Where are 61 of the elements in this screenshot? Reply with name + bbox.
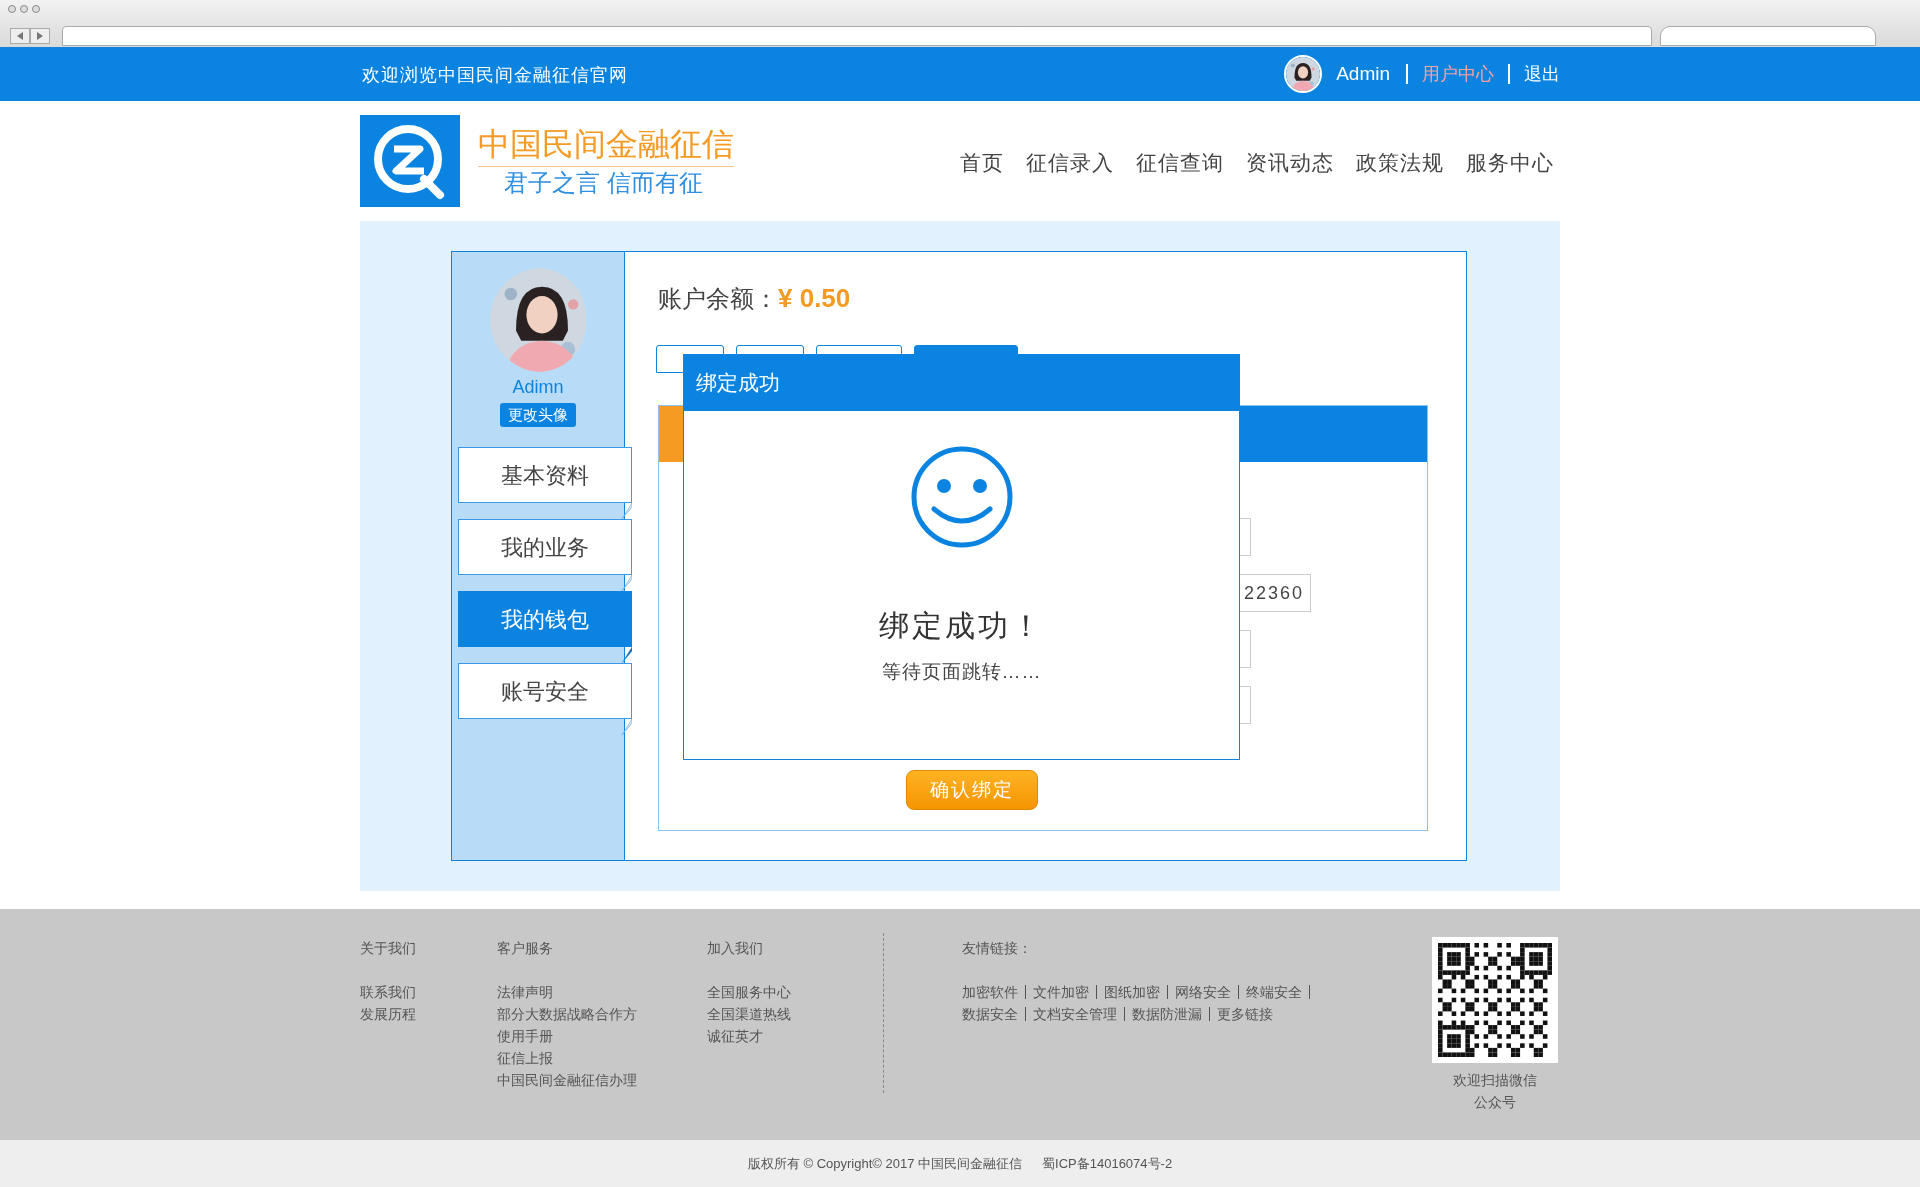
footer-link[interactable]: 全国渠道热线 <box>707 1003 883 1025</box>
fold-icon <box>622 647 632 663</box>
footer-link[interactable]: 部分大数据战略合作方 <box>497 1003 707 1025</box>
footer-heading: 友情链接： <box>962 939 1033 958</box>
user-name: Admin <box>1336 61 1390 86</box>
qr-caption: 欢迎扫描微信公众号 <box>1452 1071 1538 1112</box>
back-icon <box>17 32 23 40</box>
top-link[interactable]: 退出 <box>1508 64 1560 84</box>
fold-icon <box>622 575 632 591</box>
smiley-icon <box>909 445 1014 549</box>
footer-link[interactable]: 终端安全 <box>1239 985 1310 999</box>
sidebar-item[interactable]: 我的钱包 <box>458 591 632 647</box>
profile-name: Adimn <box>512 376 564 399</box>
icp-text: 蜀ICP备14016074号-2 <box>1042 1154 1173 1173</box>
copyright-text: 版权所有 © Copyright© 2017 中国民间金融征信 <box>747 1154 1023 1173</box>
footer-link[interactable]: 联系我们 <box>360 981 497 1003</box>
nav-link[interactable]: 政策法规 <box>1356 147 1444 179</box>
footer-link[interactable]: 图纸加密 <box>1097 985 1168 999</box>
address-bar[interactable] <box>62 26 1652 46</box>
nav-link[interactable]: 资讯动态 <box>1246 147 1334 179</box>
brand-name: 中国民间金融征信 <box>478 123 734 167</box>
footer-link[interactable]: 加密软件 <box>962 985 1026 999</box>
forward-button[interactable] <box>30 28 50 44</box>
footer-link[interactable]: 数据防泄漏 <box>1125 1007 1210 1021</box>
footer-link[interactable]: 网络安全 <box>1168 985 1239 999</box>
footer-heading: 客户服务 <box>497 939 554 958</box>
footer-link[interactable]: 法律声明 <box>497 981 707 1003</box>
nav-link[interactable]: 征信查询 <box>1136 147 1224 179</box>
welcome-text: 欢迎浏览中国民间金融征信官网 <box>362 62 628 87</box>
nav-link[interactable]: 服务中心 <box>1466 147 1554 179</box>
sidebar-item[interactable]: 账号安全 <box>458 663 632 719</box>
fold-icon <box>622 503 632 519</box>
footer-link[interactable]: 文件加密 <box>1026 985 1097 999</box>
fold-icon <box>622 719 632 735</box>
nav-link[interactable]: 征信录入 <box>1026 147 1114 179</box>
footer-heading: 加入我们 <box>707 939 764 958</box>
sidebar-item[interactable]: 我的业务 <box>458 519 632 575</box>
brand-slogan: 君子之言 信而有征 <box>504 167 704 198</box>
footer-link[interactable]: 发展历程 <box>360 1003 497 1025</box>
footer-link[interactable]: 使用手册 <box>497 1025 707 1047</box>
footer-link[interactable]: 更多链接 <box>1210 1007 1280 1021</box>
footer-link[interactable]: 数据安全 <box>962 1007 1026 1021</box>
balance-label: 账户余额： <box>658 285 778 312</box>
balance-amount: ¥ 0.50 <box>778 283 851 313</box>
footer-link[interactable]: 文档安全管理 <box>1026 1007 1125 1021</box>
logo-icon <box>360 115 460 207</box>
qr-code-icon <box>1432 937 1558 1063</box>
footer-link[interactable]: 诚征英才 <box>707 1025 883 1047</box>
change-avatar-button[interactable]: 更改头像 <box>500 403 576 427</box>
sidebar-item[interactable]: 基本资料 <box>458 447 632 503</box>
forward-icon <box>37 32 43 40</box>
back-button[interactable] <box>10 28 30 44</box>
footer-link[interactable]: 征信上报 <box>497 1047 707 1069</box>
dialog-note: 等待页面跳转…… <box>881 660 1042 684</box>
footer-heading: 关于我们 <box>360 939 417 958</box>
dialog-title: 绑定成功 <box>696 370 780 397</box>
dialog-message: 绑定成功！ <box>879 608 1044 644</box>
nav-link[interactable]: 首页 <box>960 147 1004 179</box>
footer-link[interactable]: 全国服务中心 <box>707 981 883 1003</box>
search-field[interactable] <box>1660 26 1876 46</box>
footer-link[interactable]: 中国民间金融征信办理 <box>497 1069 707 1091</box>
